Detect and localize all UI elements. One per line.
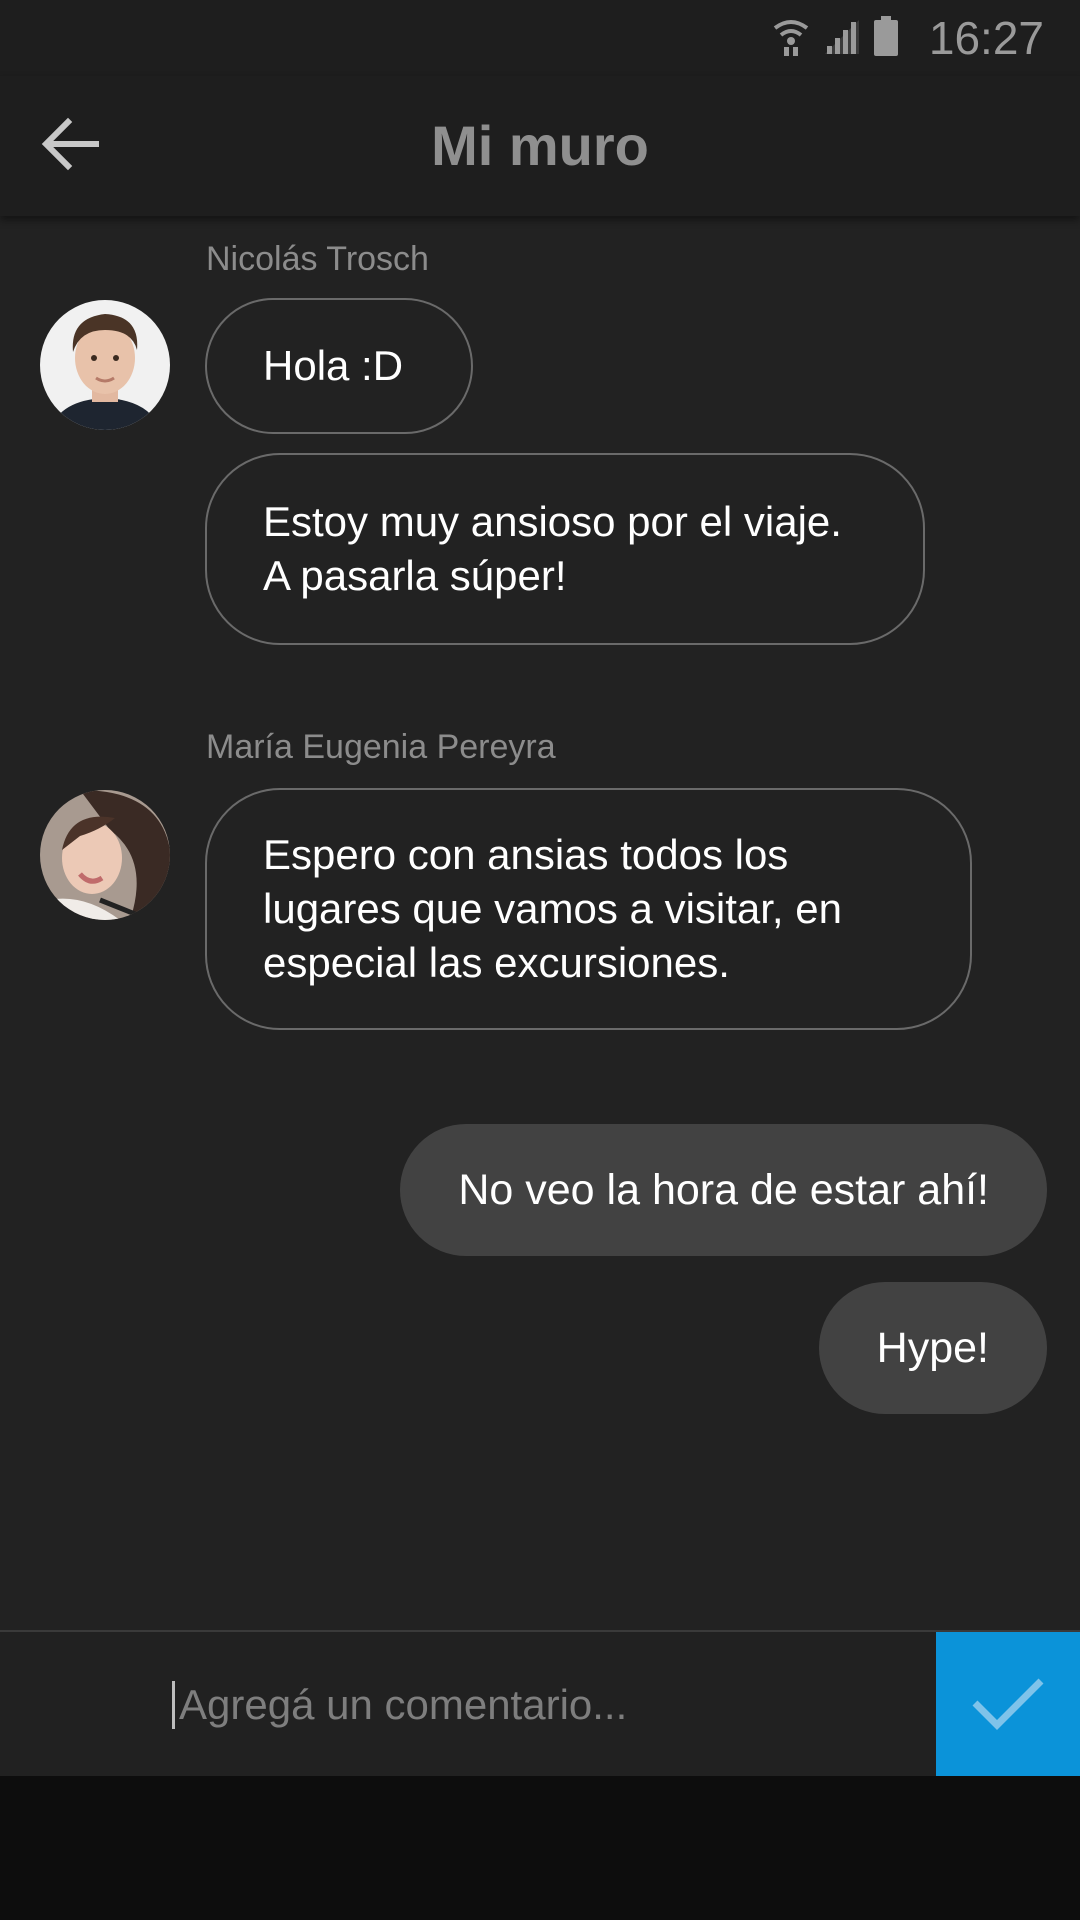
text-caret: [172, 1681, 175, 1729]
status-bar: 16:27: [0, 0, 1080, 76]
comment-input[interactable]: Agregá un comentario...: [172, 1632, 932, 1778]
message-bubble[interactable]: Estoy muy ansioso por el viaje. A pasarl…: [205, 453, 925, 645]
status-time: 16:27: [928, 12, 1044, 64]
app-header: Mi muro: [0, 76, 1080, 216]
own-message-bubble[interactable]: No veo la hora de estar ahí!: [400, 1124, 1047, 1256]
message-bubble[interactable]: Espero con ansias todos los lugares que …: [205, 788, 972, 1030]
check-icon: [969, 1673, 1047, 1738]
sender-name: María Eugenia Pereyra: [206, 728, 556, 766]
own-message-bubble[interactable]: Hype!: [818, 1282, 1047, 1414]
status-icons: 16:27: [771, 10, 1044, 66]
avatar[interactable]: [40, 300, 170, 430]
send-button[interactable]: [936, 1632, 1080, 1778]
comment-placeholder: Agregá un comentario...: [179, 1681, 628, 1728]
comment-bar: Agregá un comentario...: [0, 1630, 1080, 1778]
app-screen: 16:27 Mi muro Nicolás Trosch Hola :D Est…: [0, 0, 1080, 1920]
page-title: Mi muro: [431, 114, 649, 177]
wifi-icon: [771, 14, 811, 63]
sender-name: Nicolás Trosch: [206, 240, 429, 278]
avatar[interactable]: [40, 790, 170, 920]
message-bubble[interactable]: Hola :D: [205, 298, 473, 434]
battery-icon: [873, 15, 899, 61]
signal-icon: [823, 16, 861, 61]
bottom-area: [0, 1776, 1080, 1920]
